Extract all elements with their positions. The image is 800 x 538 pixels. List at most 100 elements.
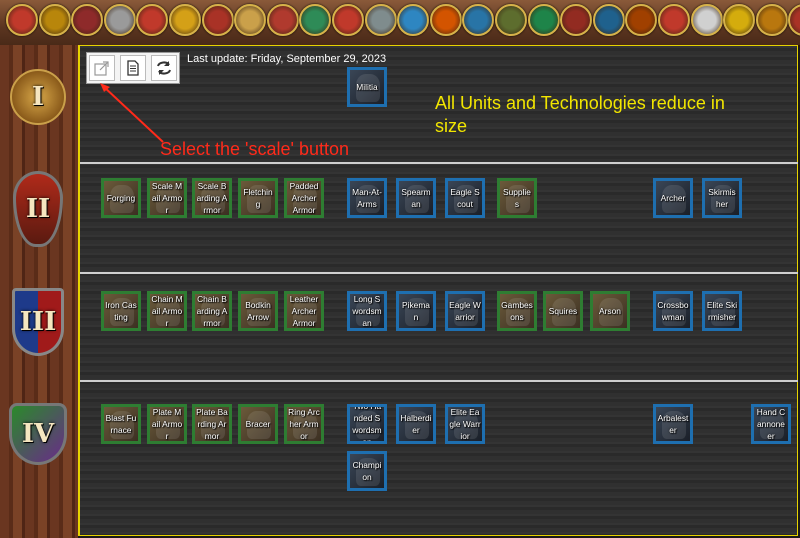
- tile-label: Forging: [106, 193, 136, 203]
- civ-emblem-icon[interactable]: [658, 4, 690, 36]
- age-label: I: [31, 82, 45, 112]
- tile-label: Blast Furnace: [105, 413, 137, 435]
- castle-age-emblem[interactable]: III: [9, 288, 67, 356]
- scale-button[interactable]: [89, 55, 116, 81]
- technology-tile[interactable]: Bodkin Arrow: [238, 291, 278, 331]
- age-label: III: [19, 307, 57, 337]
- refresh-button[interactable]: [150, 55, 177, 81]
- unit-tile[interactable]: Archer: [653, 178, 693, 218]
- technology-tile[interactable]: Gambesons: [497, 291, 537, 331]
- tile-label: Arson: [599, 306, 621, 316]
- civilization-bar: [0, 0, 800, 47]
- unit-tile[interactable]: Hand Cannoneer: [751, 404, 791, 444]
- dark-age-emblem[interactable]: I: [9, 63, 67, 131]
- tile-label: Spearman: [401, 187, 431, 209]
- unit-tile[interactable]: Militia: [347, 67, 387, 107]
- technology-tile[interactable]: Scale Mail Armor: [147, 178, 187, 218]
- civ-emblem-icon[interactable]: [723, 4, 756, 36]
- unit-tile[interactable]: Champion: [347, 451, 387, 491]
- civ-emblem-icon[interactable]: [169, 4, 201, 36]
- technology-tile[interactable]: Ring Archer Armor: [284, 404, 324, 444]
- civ-emblem-icon[interactable]: [299, 4, 332, 36]
- technology-tile[interactable]: Chain Mail Armor: [147, 291, 187, 331]
- age-divider: [80, 272, 798, 274]
- tile-label: Halberdier: [400, 413, 432, 435]
- technology-tile[interactable]: Scale Barding Armor: [192, 178, 232, 218]
- last-update-text: Last update: Friday, September 29, 2023: [187, 53, 387, 65]
- civ-emblem-icon[interactable]: [755, 4, 788, 36]
- unit-tile[interactable]: Elite Skirmisher: [702, 291, 742, 331]
- civ-emblem-icon[interactable]: [429, 4, 462, 36]
- civ-emblem-icon[interactable]: [266, 4, 299, 36]
- technology-tile[interactable]: Padded Archer Armor: [284, 178, 324, 218]
- technology-tile[interactable]: Plate Mail Armor: [147, 404, 187, 444]
- age-divider: [80, 162, 798, 164]
- unit-tile[interactable]: Eagle Scout: [445, 178, 485, 218]
- annotation-red: Select the 'scale' button: [160, 139, 349, 159]
- civ-emblem-icon[interactable]: [690, 4, 723, 36]
- unit-tile[interactable]: Crossbowman: [653, 291, 693, 331]
- technology-tile[interactable]: Arson: [590, 291, 630, 331]
- document-button[interactable]: [119, 55, 146, 81]
- refresh-icon: [156, 61, 171, 75]
- tile-label: Chain Barding Armor: [196, 294, 228, 328]
- tile-label: Man-At-Arms: [352, 187, 382, 209]
- tile-label: Plate Barding Armor: [196, 407, 228, 441]
- civ-emblem-icon[interactable]: [625, 4, 658, 36]
- age-label: II: [25, 194, 51, 224]
- unit-tile[interactable]: Spearman: [396, 178, 436, 218]
- scale-icon: [94, 61, 109, 76]
- civ-emblem-icon[interactable]: [234, 4, 267, 36]
- tile-label: Champion: [352, 460, 382, 482]
- civ-emblem-icon[interactable]: [592, 4, 625, 36]
- tile-label: Padded Archer Armor: [289, 181, 319, 215]
- civ-emblem-icon[interactable]: [495, 4, 527, 36]
- imperial-age-emblem[interactable]: IV: [9, 400, 67, 468]
- civ-emblem-icon[interactable]: [527, 4, 560, 36]
- unit-tile[interactable]: Halberdier: [396, 404, 436, 444]
- technology-tile[interactable]: Bracer: [238, 404, 278, 444]
- tile-label: Ring Archer Armor: [288, 407, 320, 441]
- unit-tile[interactable]: Pikeman: [396, 291, 436, 331]
- civ-emblem-icon[interactable]: [201, 4, 234, 36]
- tile-label: Scale Mail Armor: [151, 181, 183, 215]
- civ-emblem-icon[interactable]: [788, 4, 800, 36]
- tile-label: Gambesons: [501, 300, 533, 322]
- tile-label: Supplies: [503, 187, 531, 209]
- technology-tile[interactable]: Leather Archer Armor: [284, 291, 324, 331]
- unit-tile[interactable]: Two Handed Swordsman: [347, 404, 387, 444]
- feudal-age-emblem[interactable]: II: [9, 171, 67, 247]
- tile-label: Long Swordsman: [352, 294, 382, 328]
- civ-emblem-icon[interactable]: [462, 4, 495, 36]
- technology-tile[interactable]: Supplies: [497, 178, 537, 218]
- tile-label: Bracer: [245, 419, 271, 429]
- civ-emblem-icon[interactable]: [38, 4, 71, 36]
- unit-tile[interactable]: Eagle Warrior: [445, 291, 485, 331]
- technology-tile[interactable]: Squires: [543, 291, 583, 331]
- civ-emblem-icon[interactable]: [71, 4, 104, 36]
- technology-tile[interactable]: Iron Casting: [101, 291, 141, 331]
- age-divider: [80, 380, 798, 382]
- civ-emblem-icon[interactable]: [332, 4, 364, 36]
- civ-emblem-icon[interactable]: [103, 4, 136, 36]
- technology-tile[interactable]: Forging: [101, 178, 141, 218]
- civ-emblem-icon[interactable]: [397, 4, 430, 36]
- tile-label: Militia: [356, 82, 378, 92]
- unit-tile[interactable]: Skirmisher: [702, 178, 742, 218]
- civ-emblem-icon[interactable]: [6, 4, 38, 36]
- tile-label: Pikeman: [402, 300, 430, 322]
- civ-emblem-icon[interactable]: [560, 4, 593, 36]
- tile-label: Leather Archer Armor: [289, 294, 319, 328]
- civ-emblem-icon[interactable]: [364, 4, 397, 36]
- unit-tile[interactable]: Arbalester: [653, 404, 693, 444]
- technology-tile[interactable]: Chain Barding Armor: [192, 291, 232, 331]
- technology-tile[interactable]: Blast Furnace: [101, 404, 141, 444]
- technology-tile[interactable]: Fletching: [238, 178, 278, 218]
- civ-emblem-icon[interactable]: [136, 4, 169, 36]
- unit-tile[interactable]: Long Swordsman: [347, 291, 387, 331]
- unit-tile[interactable]: Elite Eagle Warrior: [445, 404, 485, 444]
- annotation-yellow: All Units and Technologies reduce in siz…: [435, 93, 725, 136]
- tile-label: Arbalester: [657, 413, 689, 435]
- technology-tile[interactable]: Plate Barding Armor: [192, 404, 232, 444]
- unit-tile[interactable]: Man-At-Arms: [347, 178, 387, 218]
